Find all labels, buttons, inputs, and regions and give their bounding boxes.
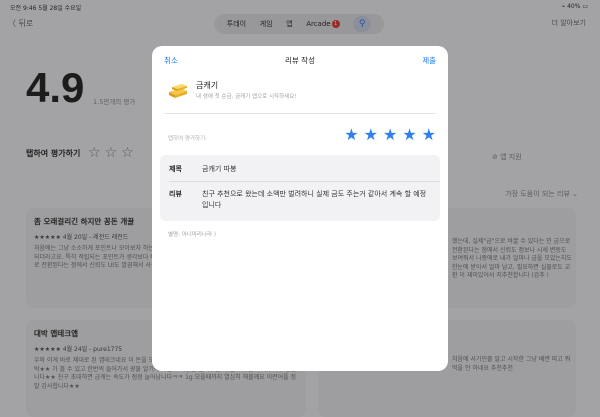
divider — [169, 181, 440, 182]
title-input[interactable]: 금캐기 따봉 — [202, 164, 236, 175]
sheet-title: 리뷰 작성 — [285, 56, 315, 65]
review-label: 리뷰 — [169, 190, 182, 198]
sheet-header: 취소 리뷰 작성 제출 — [152, 46, 448, 74]
star-icon[interactable]: ★ — [383, 126, 397, 144]
star-icon[interactable]: ★ — [402, 126, 416, 144]
app-info: 금캐기 내 생애 첫 순금, 금캐기 앱으로 시작하세요! — [164, 74, 436, 114]
review-textarea[interactable]: 친구 추천으로 왔는데 소액만 벌려하니 실제 금도 주는거 같아서 계속 할 … — [202, 189, 430, 211]
title-label: 제목 — [169, 165, 182, 173]
star-rating-input[interactable]: ★ ★ ★ ★ ★ — [344, 126, 436, 144]
nickname-link[interactable]: 별명: 아니마리나라 〉 — [168, 230, 219, 238]
rate-label: 탭하여 평가하기: — [168, 136, 208, 142]
app-name: 금캐기 — [196, 81, 219, 90]
rating-row: 탭하여 평가하기: ★ ★ ★ ★ ★ — [164, 122, 436, 156]
gold-bars-icon — [169, 84, 187, 98]
submit-button[interactable]: 제출 — [422, 55, 436, 66]
app-description: 내 생애 첫 순금, 금캐기 앱으로 시작하세요! — [196, 94, 297, 100]
star-icon[interactable]: ★ — [344, 126, 358, 144]
star-icon[interactable]: ★ — [422, 126, 436, 144]
star-icon[interactable]: ★ — [364, 126, 378, 144]
review-form: 제목 금캐기 따봉 리뷰 친구 추천으로 왔는데 소액만 벌려하니 실제 금도 … — [160, 155, 440, 221]
